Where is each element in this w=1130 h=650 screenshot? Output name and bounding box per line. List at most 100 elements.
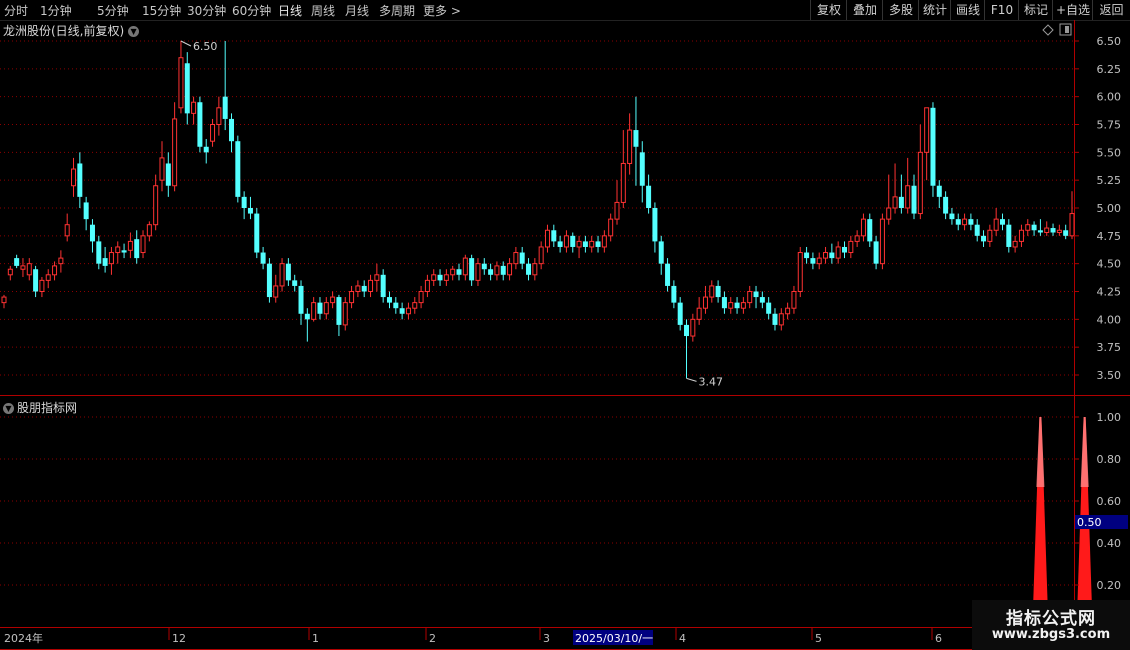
indicator-tick-label: 0.80 <box>1097 453 1122 466</box>
high-low-labels: 6.50 3.47 <box>180 40 724 388</box>
date-tick-label: 2 <box>429 632 436 645</box>
candle-up <box>1012 240 1018 248</box>
candle-up <box>513 252 519 265</box>
candle-down <box>298 285 304 314</box>
candle-up <box>191 101 197 114</box>
kline-chart[interactable]: 6.50 6.25 6.00 5.75 5.50 5.25 5.00 4.75 4.50 4.25… <box>0 0 1130 650</box>
candle-up <box>905 185 911 209</box>
candle-up <box>1018 229 1024 242</box>
price-tick-label: 6.50 <box>1097 35 1122 48</box>
candle-down <box>102 258 108 266</box>
candle-down <box>721 297 727 309</box>
candle-up <box>172 118 178 187</box>
candle-up <box>418 291 424 304</box>
candle-up <box>627 129 633 164</box>
candle-up <box>614 201 620 220</box>
price-tick-label: 5.00 <box>1097 202 1122 215</box>
price-tick-label: 5.50 <box>1097 146 1122 159</box>
candle-up <box>475 263 481 281</box>
candle-down <box>260 252 266 264</box>
date-axis: 2024年 12 1 2 3 2025/03/10/一 4 5 6 <box>4 628 942 645</box>
candle-up <box>178 57 184 109</box>
candle-up <box>153 185 159 226</box>
candle-down <box>658 241 664 264</box>
candle-up <box>273 285 279 298</box>
candle-down <box>841 246 847 253</box>
candle-down <box>89 224 95 242</box>
candle-down <box>570 235 576 247</box>
candle-down <box>121 250 127 253</box>
price-tick-label: 4.25 <box>1097 286 1122 299</box>
candle-down <box>229 118 235 142</box>
candle-down <box>974 224 980 236</box>
candle-up <box>1 296 7 304</box>
candle-down <box>671 285 677 303</box>
indicator-tick-label: 0.40 <box>1097 537 1122 550</box>
candle-down <box>184 63 190 114</box>
candle-down <box>867 219 873 242</box>
candle-down <box>14 258 20 266</box>
high-pointer <box>180 40 192 47</box>
candle-down <box>968 219 974 225</box>
candle-down <box>1037 230 1043 233</box>
candle-up <box>740 302 746 309</box>
candle-up <box>532 263 538 276</box>
candle-down <box>646 185 652 208</box>
watermark: 指标公式网 www.zbgs3.com <box>972 600 1130 650</box>
candle-down <box>317 302 323 314</box>
candle-up <box>791 291 797 309</box>
candle-up <box>860 218 866 237</box>
candle-up <box>412 302 418 309</box>
candle-up <box>39 279 45 293</box>
candle-up <box>835 246 841 259</box>
candle-down <box>715 285 721 298</box>
candle-up <box>64 224 70 237</box>
candle-down <box>519 252 525 264</box>
candle-up <box>159 157 165 181</box>
candle-up <box>892 196 898 209</box>
high-label: 6.50 <box>193 40 218 53</box>
candle-up <box>349 291 355 304</box>
date-highlight-label: 2025/03/10/一 <box>575 632 653 645</box>
indicator-current-label: 0.50 <box>1077 516 1102 529</box>
candle-down <box>1006 224 1012 247</box>
price-tick-label: 5.75 <box>1097 119 1122 132</box>
price-tick-label: 4.00 <box>1097 313 1122 326</box>
candle-up <box>45 274 51 281</box>
candle-down <box>241 196 247 208</box>
candle-down <box>652 208 658 242</box>
candle-up <box>71 168 77 187</box>
price-tick-label: 5.25 <box>1097 174 1122 187</box>
candle-down <box>266 263 272 298</box>
date-tick-label: 6 <box>935 632 942 645</box>
watermark-title: 指标公式网 <box>1006 609 1096 629</box>
candle-down <box>165 163 171 186</box>
candle-up <box>431 274 437 281</box>
candle-down <box>1031 224 1037 231</box>
candle-down <box>77 163 83 197</box>
candle-up <box>886 207 892 220</box>
candle-up <box>924 107 930 153</box>
candle-up <box>709 285 715 298</box>
candle-down <box>766 302 772 314</box>
candle-down <box>437 274 443 281</box>
candle-down <box>551 230 557 242</box>
candle-up <box>848 240 854 254</box>
candle-up <box>854 235 860 242</box>
price-tick-label: 4.75 <box>1097 230 1122 243</box>
candle-down <box>804 252 810 259</box>
candle-down <box>33 269 39 292</box>
candle-down <box>469 258 475 281</box>
candle-down <box>981 235 987 242</box>
low-label: 3.47 <box>699 375 724 388</box>
diamond-icon[interactable] <box>1042 24 1054 36</box>
indicator-tick-label: 0.20 <box>1097 579 1122 592</box>
panel-toggle-icon[interactable] <box>1059 23 1072 36</box>
candle-up <box>108 252 114 265</box>
candle-down <box>361 285 367 292</box>
candle-down <box>633 130 639 147</box>
date-tick-label: 4 <box>679 632 686 645</box>
candle-up <box>342 302 348 326</box>
candle-down <box>810 258 816 264</box>
indicator-spike-cap <box>1080 417 1089 487</box>
